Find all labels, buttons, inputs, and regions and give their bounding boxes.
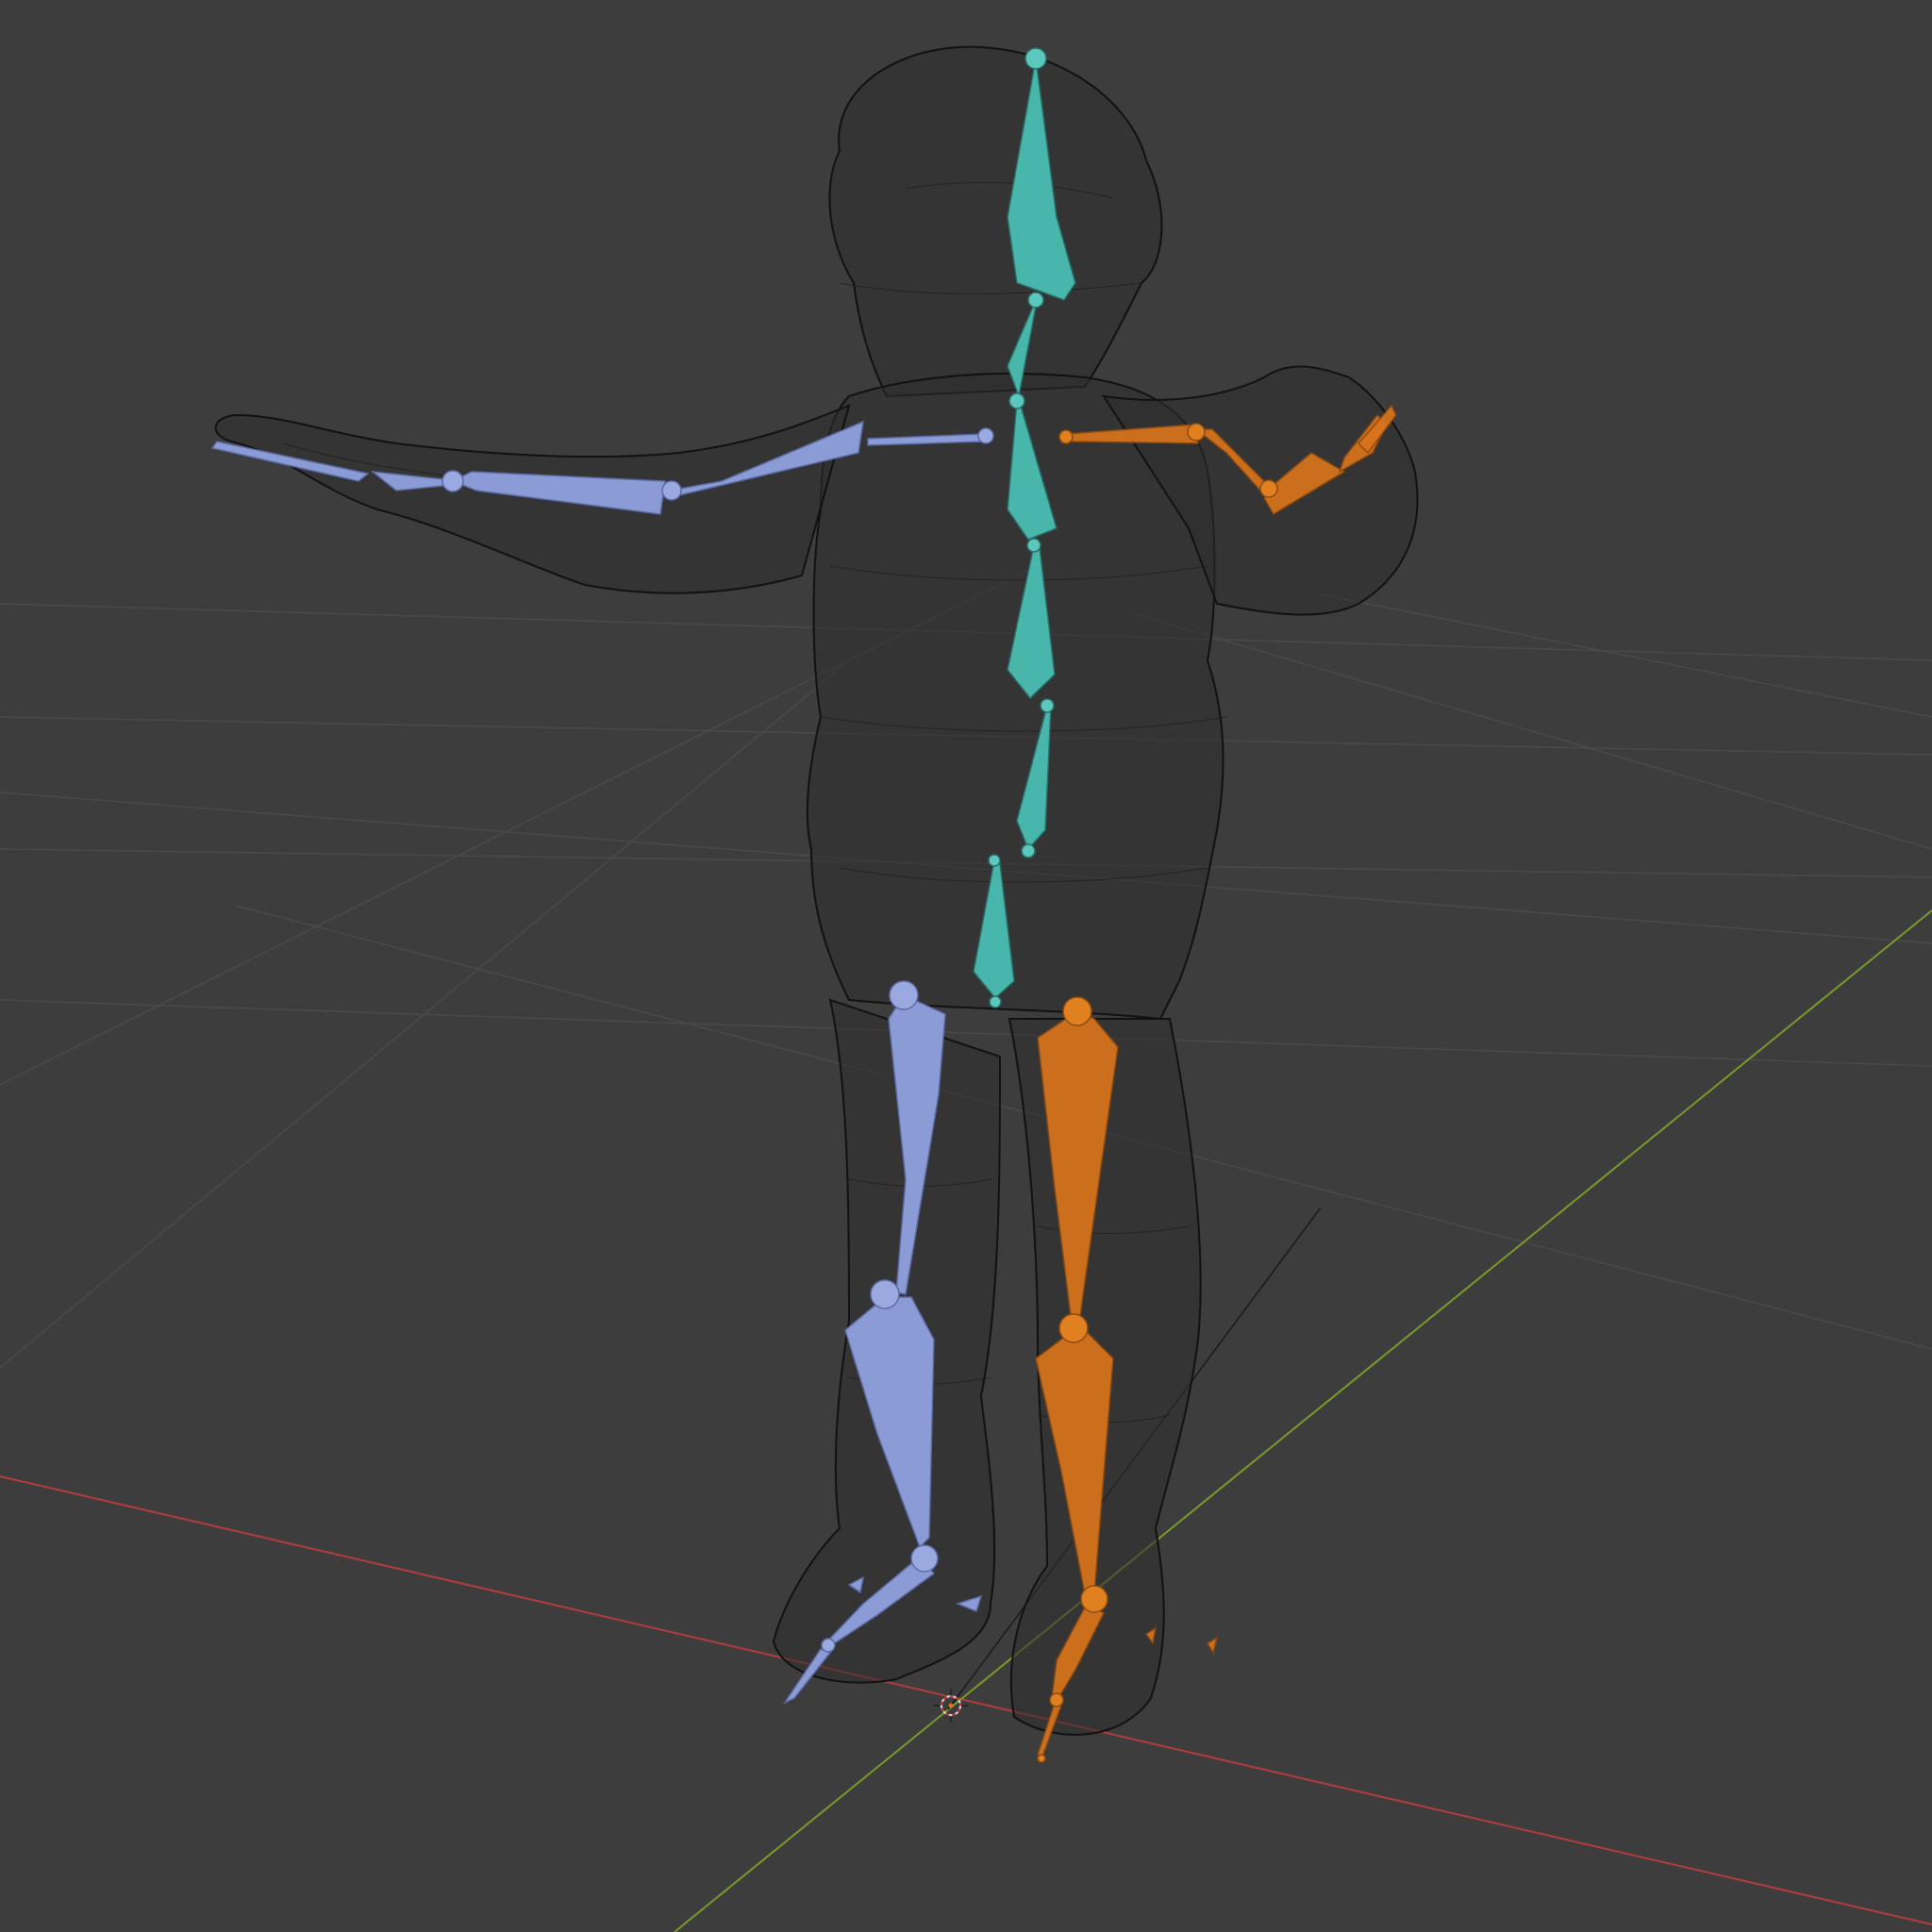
joint [889,980,919,1010]
bone-heel-l [1206,1636,1219,1655]
joint [1008,392,1025,409]
joint [989,995,1002,1008]
joint [1026,538,1041,553]
joint [870,1279,900,1309]
joint [1024,47,1047,70]
joint [1021,843,1036,858]
joint [1058,429,1074,444]
joint [821,1638,836,1653]
joint [988,854,1001,867]
joint [441,470,464,492]
joint [1259,479,1278,498]
mesh-right-arm [214,404,851,594]
joint [661,480,682,501]
joint [1058,1313,1089,1343]
viewport-canvas[interactable] [0,0,1932,1932]
mesh-head [828,45,1163,398]
joint [977,427,994,444]
grid-line [0,659,850,1369]
joint [1027,291,1044,308]
joint [1080,1585,1108,1613]
joint [1037,1754,1046,1763]
joint [1040,698,1055,713]
character-mesh[interactable] [214,45,1419,1736]
joint [1062,996,1092,1026]
3d-viewport[interactable] [0,0,1932,1932]
joint [1049,1692,1064,1707]
joint [1187,423,1206,441]
joint [910,1544,939,1573]
grid-line [1320,593,1932,718]
